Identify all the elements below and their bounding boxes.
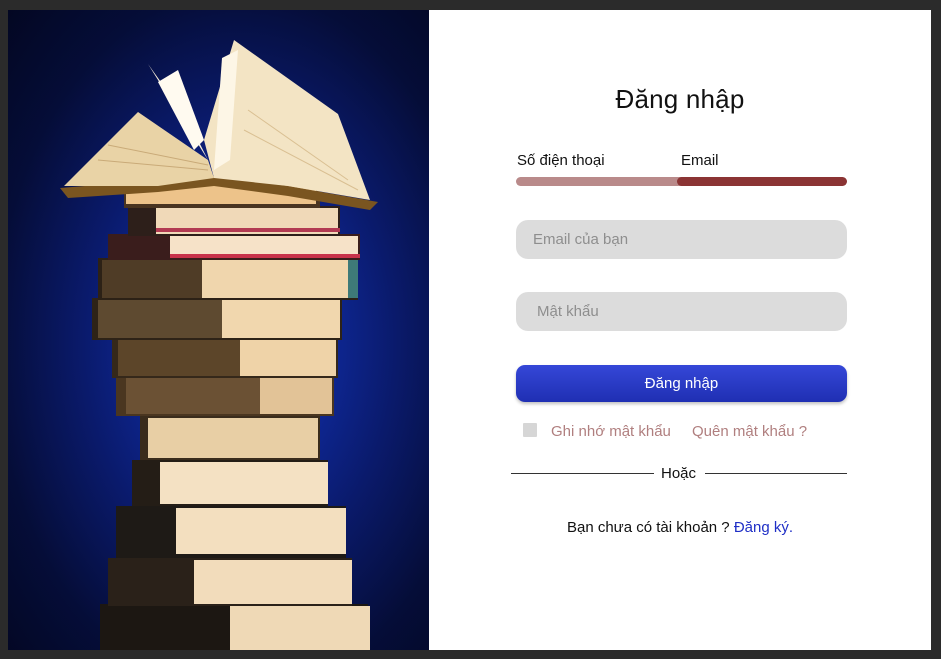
tab-indicator-track — [516, 177, 847, 186]
divider-right — [705, 473, 847, 474]
signup-prompt: Bạn chưa có tài khoản ? Đăng ký. — [429, 519, 931, 536]
tab-phone-number[interactable]: Số điện thoại — [517, 152, 605, 169]
book-stack-illustration — [60, 40, 378, 650]
remember-checkbox[interactable] — [523, 423, 537, 437]
divider-left — [511, 473, 654, 474]
app-window: Đăng nhập Số điện thoại Email Đăng nhập … — [8, 10, 931, 650]
login-button[interactable]: Đăng nhập — [516, 365, 847, 402]
login-panel: Đăng nhập Số điện thoại Email Đăng nhập … — [429, 10, 931, 650]
tab-indicator-active — [677, 177, 847, 186]
divider-or-text: Hoặc — [661, 465, 697, 482]
page-title: Đăng nhập — [615, 84, 745, 114]
no-account-text: Bạn chưa có tài khoản ? — [566, 519, 734, 536]
signup-link[interactable]: Đăng ký. — [734, 519, 793, 536]
hero-image-book-stack — [8, 10, 429, 650]
email-input[interactable] — [516, 220, 847, 259]
forgot-password-link[interactable]: Quên mật khẩu ? — [692, 423, 807, 440]
tab-email[interactable]: Email — [681, 152, 719, 169]
password-input[interactable] — [516, 292, 847, 331]
remember-label[interactable]: Ghi nhớ mật khẩu — [551, 423, 671, 440]
